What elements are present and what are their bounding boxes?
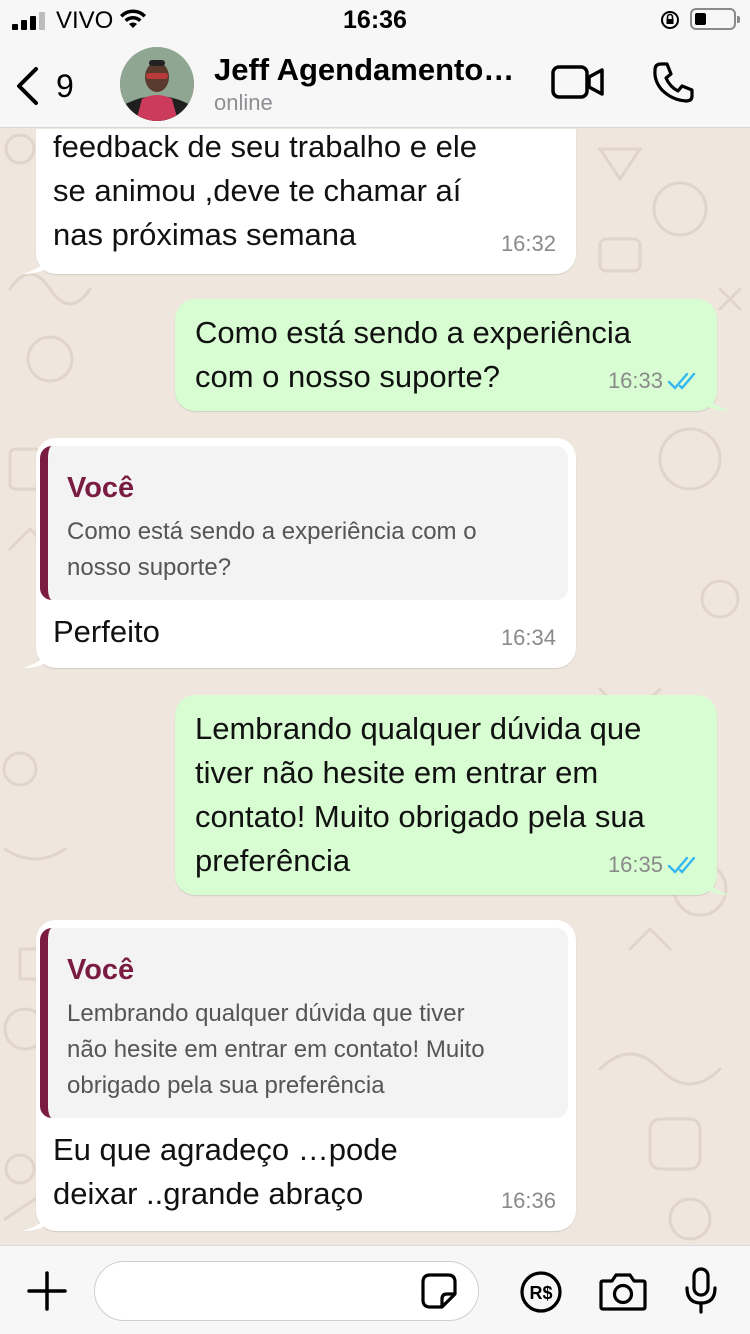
quote-text-line: Como está sendo a experiência com o xyxy=(67,518,477,545)
contact-name[interactable]: Jeff Agendamento… xyxy=(214,52,534,88)
bubble-tail xyxy=(703,873,731,895)
quote-text-line: nosso suporte? xyxy=(67,554,232,581)
message-text-line: Perfeito xyxy=(53,614,160,649)
incoming-message[interactable]: feedback de seu trabalho e ele se animou… xyxy=(22,129,576,274)
composer-bar: R$ xyxy=(0,1245,750,1334)
phone-call-icon[interactable] xyxy=(652,60,696,109)
message-time: 16:36 xyxy=(500,1188,556,1213)
message-time: 16:33 xyxy=(607,368,663,393)
rotation-lock-icon xyxy=(659,9,681,38)
camera-icon[interactable] xyxy=(598,1270,648,1317)
contact-status: online xyxy=(214,90,273,115)
bubble-tail xyxy=(22,1209,50,1231)
quote-author: Você xyxy=(67,472,135,504)
quote-text-line: obrigado pela sua preferência xyxy=(67,1072,385,1099)
message-text-line: contato! Muito obrigado pela sua xyxy=(195,799,645,834)
message-text-line: Eu que agradeço …pode xyxy=(53,1132,398,1167)
quoted-message[interactable]: Você Como está sendo a experiência com o… xyxy=(40,446,568,600)
bubble-tail xyxy=(22,252,50,274)
message-text-line: deixar ..grande abraço xyxy=(53,1176,364,1211)
back-button[interactable]: 9 xyxy=(14,62,94,110)
incoming-message[interactable]: Você Lembrando qualquer dúvida que tiver… xyxy=(22,920,576,1231)
status-bar: VIVO 16:36 xyxy=(0,0,750,40)
incoming-message[interactable]: Você Como está sendo a experiência com o… xyxy=(22,438,576,668)
message-text-line: tiver não hesite em entrar em xyxy=(195,755,599,790)
message-time: 16:32 xyxy=(500,231,556,256)
quote-text-line: não hesite em entrar em contato! Muito xyxy=(67,1036,485,1063)
chat-header: 9 Jeff Agendamento… online xyxy=(0,40,750,128)
quoted-message[interactable]: Você Lembrando qualquer dúvida que tiver… xyxy=(40,928,568,1118)
unread-count: 9 xyxy=(56,67,74,104)
battery-icon xyxy=(690,8,740,30)
message-list[interactable]: feedback de seu trabalho e ele se animou… xyxy=(0,129,750,1245)
message-text-line: Lembrando qualquer dúvida que xyxy=(195,711,642,746)
message-text-line: feedback de seu trabalho e ele xyxy=(53,129,477,164)
quote-text-line: Lembrando qualquer dúvida que tiver xyxy=(67,1000,465,1027)
message-text-line: nas próximas semana xyxy=(53,217,357,252)
contact-avatar[interactable] xyxy=(120,47,194,121)
outgoing-message[interactable]: Como está sendo a experiência com o noss… xyxy=(175,299,731,411)
message-time: 16:35 xyxy=(607,852,663,877)
video-call-icon[interactable] xyxy=(550,62,606,107)
message-text-line: Como está sendo a experiência xyxy=(195,315,631,350)
outgoing-message[interactable]: Lembrando qualquer dúvida que tiver não … xyxy=(175,695,731,895)
svg-text:R$: R$ xyxy=(529,1283,552,1303)
bubble-tail xyxy=(703,389,731,411)
microphone-icon[interactable] xyxy=(684,1266,718,1321)
message-text-line: se animou ,deve te chamar aí xyxy=(53,173,462,208)
bubble-tail xyxy=(22,646,50,668)
back-chevron-icon xyxy=(17,67,38,105)
message-time: 16:34 xyxy=(500,625,556,650)
read-receipt-icon xyxy=(667,856,696,874)
read-receipt-icon xyxy=(667,372,696,390)
sticker-icon[interactable] xyxy=(420,1272,458,1315)
plus-icon[interactable] xyxy=(26,1270,68,1317)
status-time: 16:36 xyxy=(343,6,407,34)
quote-author: Você xyxy=(67,954,135,986)
payment-icon[interactable]: R$ xyxy=(519,1270,563,1319)
